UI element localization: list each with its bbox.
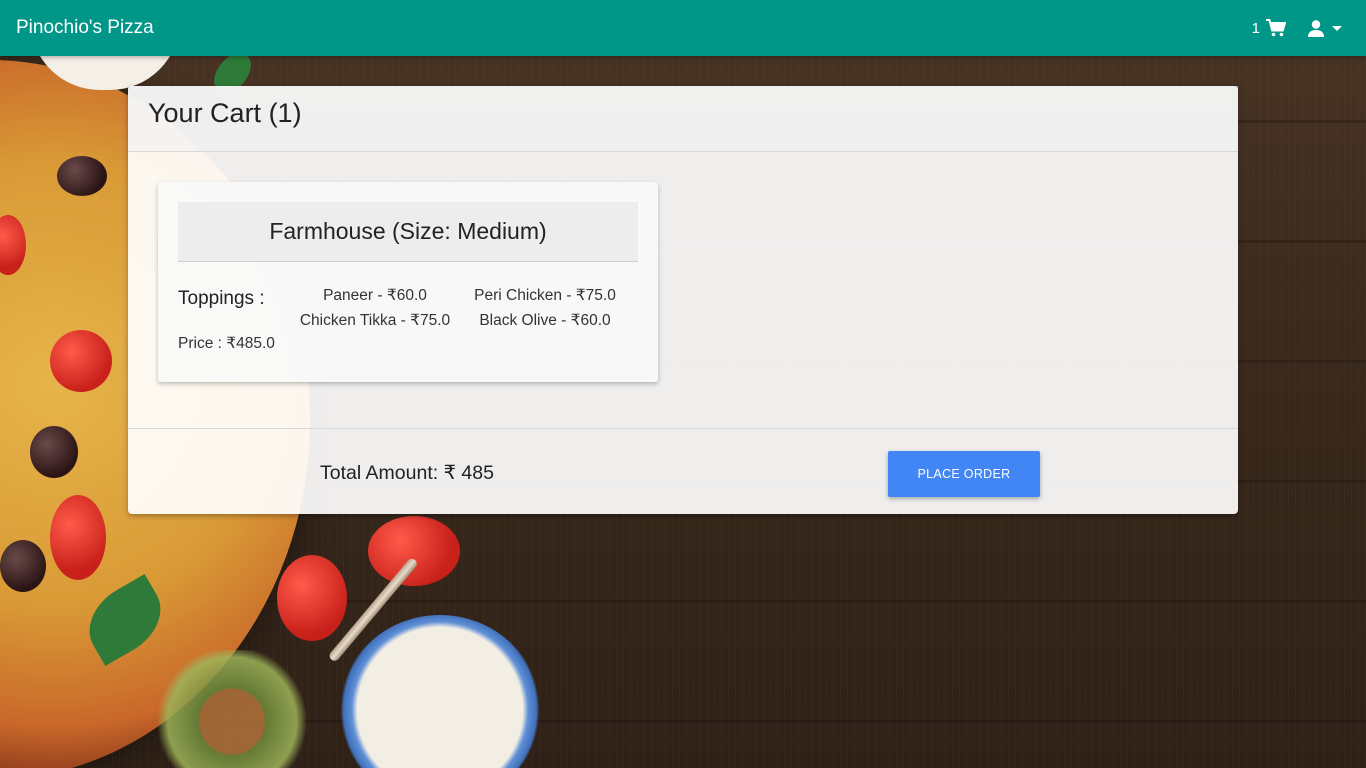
cart-footer: Total Amount: ₹ 485 PLACE ORDER	[128, 428, 1238, 514]
toppings-label: Toppings :	[178, 288, 265, 309]
topping-item: Black Olive - ₹60.0	[479, 312, 611, 329]
olive-image	[30, 426, 78, 478]
olive-image	[0, 540, 46, 592]
olive-image	[57, 156, 107, 196]
shopping-cart-icon	[1266, 19, 1286, 37]
total-amount: Total Amount: ₹ 485	[320, 462, 494, 484]
page-title: Your Cart (1)	[148, 98, 302, 128]
tomato-image	[50, 330, 112, 392]
top-navbar: Pinochio's Pizza 1	[0, 0, 1366, 56]
topping-item: Peri Chicken - ₹75.0	[474, 287, 616, 304]
cart-header: Your Cart (1)	[128, 86, 1238, 152]
topping-item: Paneer - ₹60.0	[323, 287, 427, 304]
cart-item-price: Price : ₹485.0	[178, 335, 275, 352]
cart-item-header: Farmhouse (Size: Medium)	[178, 202, 638, 262]
nav-right: 1	[1252, 19, 1350, 37]
oil-jar-image	[152, 650, 312, 768]
place-order-button[interactable]: PLACE ORDER	[888, 451, 1040, 497]
toppings-row: Toppings : Paneer - ₹60.0 Peri Chicken -…	[178, 286, 638, 330]
tomato-image	[277, 555, 347, 641]
cart-item-card: Farmhouse (Size: Medium) Toppings : Pane…	[158, 182, 658, 382]
cart-item-title: Farmhouse (Size: Medium)	[269, 218, 547, 244]
tomato-image	[368, 516, 460, 586]
olive-bowl-image	[340, 615, 540, 768]
cart-body: Farmhouse (Size: Medium) Toppings : Pane…	[128, 152, 1238, 428]
cart-link[interactable]: 1	[1252, 19, 1286, 37]
user-menu-dropdown[interactable]	[1308, 19, 1342, 37]
cart-count-badge: 1	[1251, 19, 1260, 37]
brand-link[interactable]: Pinochio's Pizza	[16, 17, 154, 39]
user-icon	[1308, 19, 1324, 37]
tomato-image	[50, 495, 106, 580]
topping-item: Chicken Tikka - ₹75.0	[299, 312, 451, 329]
chevron-down-icon	[1332, 25, 1342, 31]
toppings-list: Paneer - ₹60.0 Peri Chicken - ₹75.0 Chic…	[290, 286, 630, 330]
cart-panel: Your Cart (1) Farmhouse (Size: Medium) T…	[128, 86, 1238, 514]
